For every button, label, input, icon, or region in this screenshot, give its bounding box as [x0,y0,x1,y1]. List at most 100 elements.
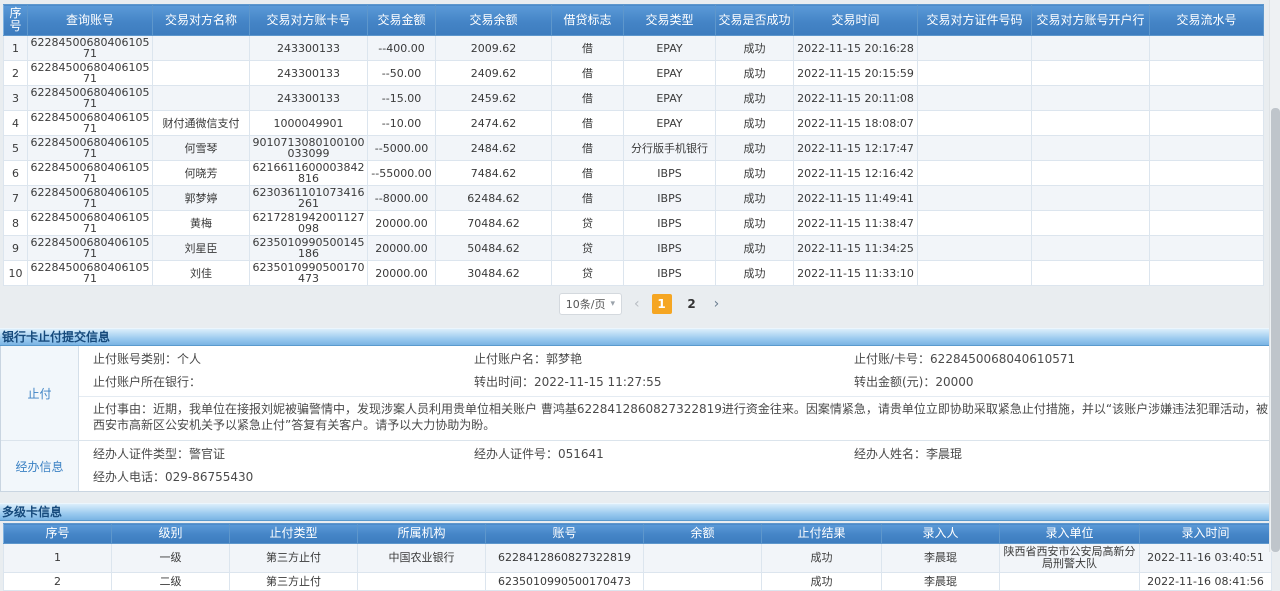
table-cell [918,186,1032,211]
field-handler-phone: 经办人电话：029-86755430 [79,466,474,489]
table-cell: 2022-11-15 20:15:59 [794,61,918,86]
table-cell: --50.00 [368,61,436,86]
column-header-entered-by: 录入人 [882,524,1000,544]
table-cell: 2484.62 [436,136,552,161]
field-account-type: 止付账号类别：个人 [79,348,474,371]
table-cell: 6235010990500170473 [486,573,644,591]
table-cell: 借 [552,86,624,111]
page-button-1[interactable]: 1 [652,294,672,314]
table-cell: 第三方止付 [230,544,358,573]
table-cell [1150,111,1264,136]
vertical-scrollbar[interactable] [1269,0,1280,552]
table-cell [1150,236,1264,261]
scrollbar-thumb[interactable] [1271,108,1280,552]
table-cell: 何晓芳 [153,161,250,186]
multi-card-table: 序号 级别 止付类型 所属机构 账号 余额 止付结果 录入人 录入单位 录入时间… [3,523,1272,591]
table-row: 106228450068040610571刘佳62350109905001704… [4,261,1264,286]
table-cell: --8000.00 [368,186,436,211]
table-cell: 2022-11-15 11:33:10 [794,261,918,286]
column-header-entry-time: 录入时间 [1140,524,1272,544]
table-cell: 何雪琴 [153,136,250,161]
table-cell: 243300133 [250,36,368,61]
table-cell: 20000.00 [368,211,436,236]
column-header-balance: 交易余额 [436,5,552,36]
table-cell: IBPS [624,211,716,236]
table-cell: 2459.62 [436,86,552,111]
table-cell: IBPS [624,236,716,261]
table-cell: 6235010990500145186 [250,236,368,261]
table-cell: 2022-11-16 08:41:56 [1140,573,1272,591]
table-cell: 2022-11-15 11:49:41 [794,186,918,211]
table-cell: 陕西省西安市公安局高新分局刑警大队 [1000,544,1140,573]
column-header-balance: 余额 [644,524,762,544]
table-cell: 2022-11-15 12:17:47 [794,136,918,161]
column-header-stop-result: 止付结果 [762,524,882,544]
table-cell: 借 [552,111,624,136]
table-cell: 70484.62 [436,211,552,236]
table-cell: 8 [4,211,28,236]
column-header-counterparty-bank: 交易对方账号开户行 [1032,5,1150,36]
table-cell: 2022-11-16 03:40:51 [1140,544,1272,573]
table-cell [1032,261,1150,286]
table-cell: IBPS [624,161,716,186]
table-cell [918,211,1032,236]
table-cell [153,36,250,61]
table-cell: --55000.00 [368,161,436,186]
table-cell [1150,211,1264,236]
table-row: 1一级第三方止付中国农业银行6228412860827322819成功李晨琨陕西… [4,544,1272,573]
stop-pay-content: 止付账号类别：个人 止付账户名：郭梦艳 止付账/卡号：6228450068040… [79,346,1279,440]
table-cell: 4 [4,111,28,136]
table-cell: 刘星臣 [153,236,250,261]
column-header-counterparty-card: 交易对方账卡号 [250,5,368,36]
table-cell: EPAY [624,86,716,111]
table-cell: 5 [4,136,28,161]
table-cell: 成功 [716,61,794,86]
table-cell: 分行版手机银行 [624,136,716,161]
table-cell: 成功 [716,161,794,186]
page-size-select[interactable]: 10条/页 ▾ [559,293,622,315]
table-cell: 借 [552,161,624,186]
table-cell: 30484.62 [436,261,552,286]
table-cell: 二级 [112,573,230,591]
section-gap [0,492,1280,503]
table-cell [918,261,1032,286]
table-cell [644,573,762,591]
stop-pay-block: 止付 止付账号类别：个人 止付账户名：郭梦艳 止付账/卡号：6228450068… [1,346,1279,440]
table-cell [918,111,1032,136]
table-cell: 借 [552,36,624,61]
field-handler-id-type: 经办人证件类型：警官证 [79,443,474,466]
field-transfer-amount: 转出金额(元)：20000 [854,371,1279,394]
stop-payment-info-box: 止付 止付账号类别：个人 止付账户名：郭梦艳 止付账/卡号：6228450068… [0,346,1280,492]
table-cell: 贷 [552,261,624,286]
handler-block: 经办信息 经办人证件类型：警官证 经办人证件号：051641 经办人姓名：李晨琨… [1,440,1279,491]
table-cell: 成功 [762,544,882,573]
table-cell: 黄梅 [153,211,250,236]
table-cell [1150,161,1264,186]
multi-card-table-area: 序号 级别 止付类型 所属机构 账号 余额 止付结果 录入人 录入单位 录入时间… [3,521,1280,591]
table-cell: 贷 [552,211,624,236]
next-page-icon[interactable]: › [712,294,722,314]
table-cell [1150,186,1264,211]
table-cell [918,86,1032,111]
prev-page-icon[interactable]: ‹ [632,294,642,314]
handler-row-label: 经办信息 [1,441,79,491]
table-cell [153,61,250,86]
multi-card-section-title: 多级卡信息 [0,503,1280,521]
table-cell: 243300133 [250,86,368,111]
column-header-amount: 交易金额 [368,5,436,36]
page-button-2[interactable]: 2 [682,294,702,314]
table-row: 56228450068040610571何雪琴90107130801001000… [4,136,1264,161]
table-cell: 2022-11-15 11:38:47 [794,211,918,236]
table-cell: IBPS [624,261,716,286]
transactions-table: 序号 查询账号 交易对方名称 交易对方账卡号 交易金额 交易余额 借贷标志 交易… [3,4,1264,286]
table-cell: 6230361101073416261 [250,186,368,211]
table-cell [1150,36,1264,61]
table-cell: 成功 [716,211,794,236]
table-cell: 10 [4,261,28,286]
column-header-institution: 所属机构 [358,524,486,544]
table-cell: 243300133 [250,61,368,86]
table-cell: 6228450068040610571 [28,161,153,186]
table-cell: 1 [4,544,112,573]
table-cell: 7484.62 [436,161,552,186]
table-cell [918,136,1032,161]
